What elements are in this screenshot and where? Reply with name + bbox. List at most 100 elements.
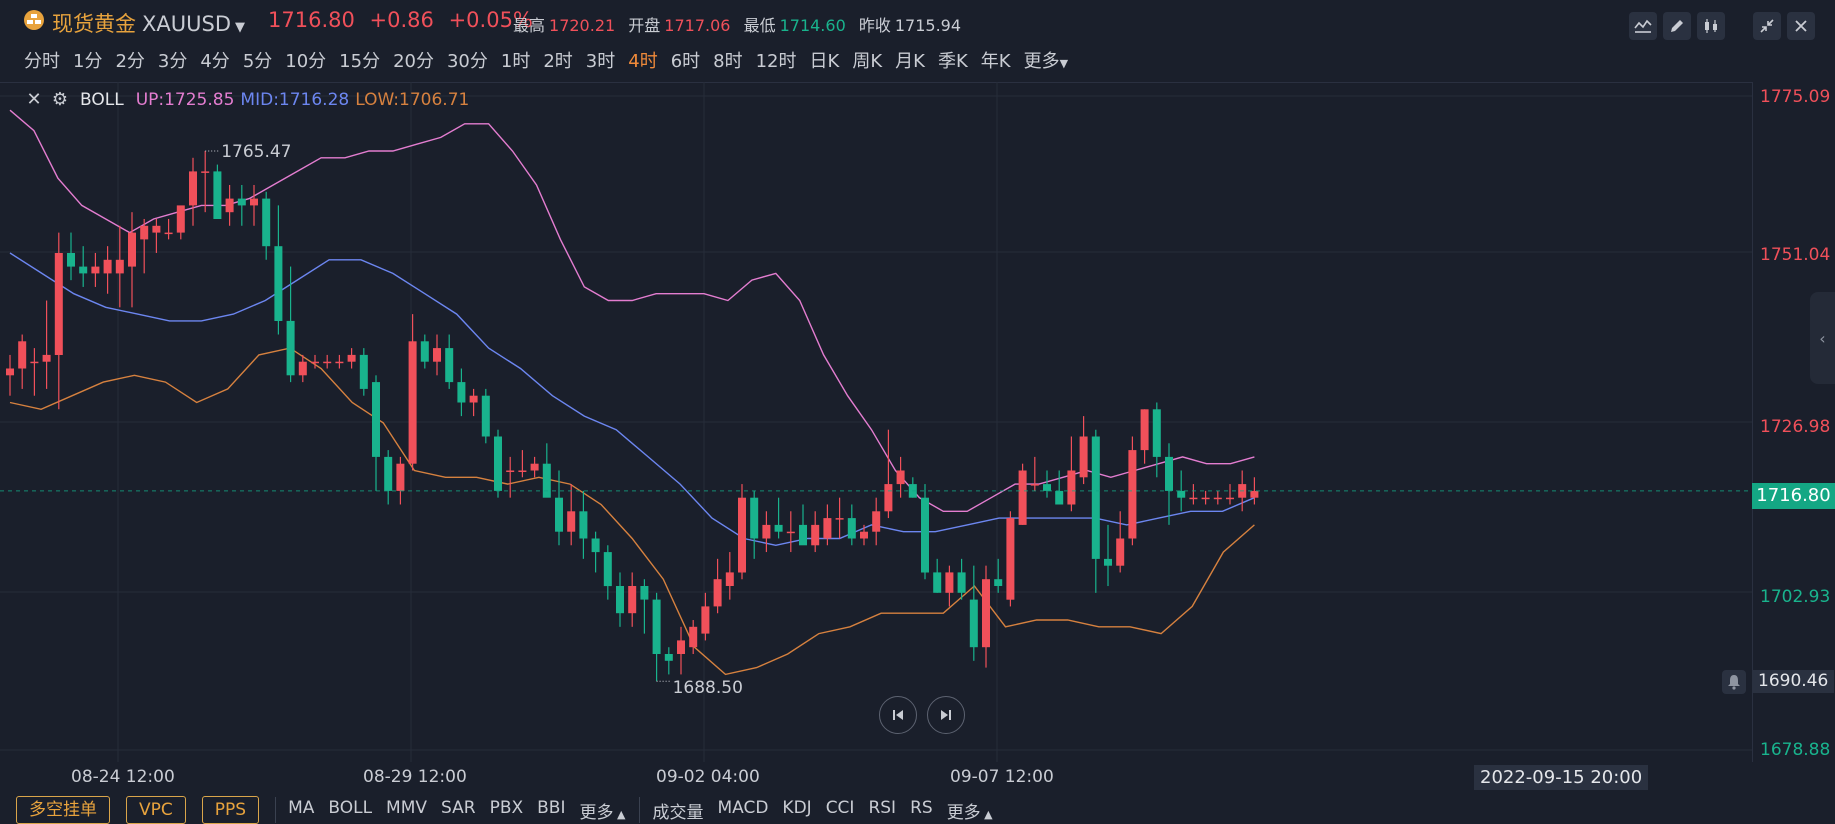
candle-body — [994, 579, 1003, 586]
main-indicator-item[interactable]: BBI — [537, 798, 565, 823]
main-indicator-item[interactable]: MMV — [386, 798, 427, 823]
candle-body — [445, 348, 454, 383]
candle-body — [1250, 490, 1259, 498]
stat-high-label: 最高 — [513, 16, 546, 35]
timeframe-tab[interactable]: 12时 — [756, 47, 804, 73]
timeframe-tab[interactable]: 4分 — [200, 47, 236, 73]
vpc-button[interactable]: VPC — [126, 796, 186, 824]
candle-body — [469, 395, 478, 403]
candle-body — [1226, 497, 1234, 500]
timeframe-tab[interactable]: 分时 — [24, 47, 67, 73]
candle-body — [1018, 470, 1027, 525]
close-button[interactable] — [1787, 12, 1815, 40]
timeframe-tab[interactable]: 30分 — [447, 47, 495, 73]
timeframe-tab[interactable]: 2时 — [543, 47, 579, 73]
candle-body — [372, 382, 380, 457]
main-indicator-item[interactable]: 更多 ▲ — [579, 798, 625, 823]
timeframe-tab[interactable]: 4时 — [628, 47, 664, 73]
timeframe-tab[interactable]: 8时 — [713, 47, 749, 73]
candle-body — [555, 497, 563, 532]
draw-tool-button[interactable] — [1663, 12, 1691, 40]
close-indicator-icon[interactable]: ✕ — [24, 89, 44, 110]
candle-body — [567, 511, 576, 532]
candle-body — [359, 354, 368, 389]
candle-body — [384, 456, 393, 491]
collapse-button[interactable] — [1753, 12, 1781, 40]
candlestick-chart[interactable]: 1765.47 1688.50 — [0, 82, 1752, 762]
candle-body — [713, 579, 722, 607]
sub-indicator-item[interactable]: KDJ — [782, 798, 811, 823]
jump-start-button[interactable] — [879, 696, 917, 734]
timeframe-tab[interactable]: 月K — [895, 47, 932, 73]
timeframe-tab[interactable]: 15分 — [339, 47, 387, 73]
chevron-left-icon: ‹ — [1819, 328, 1826, 348]
timeframe-tab[interactable]: 3分 — [158, 47, 194, 73]
timeframe-tab[interactable]: 20分 — [393, 47, 441, 73]
sub-indicator-item[interactable]: RSI — [868, 798, 896, 823]
candle-body — [1177, 490, 1186, 498]
side-panel-toggle[interactable]: ‹ — [1810, 292, 1835, 384]
main-indicator-item[interactable]: BOLL — [328, 798, 372, 823]
price-alert-button[interactable] — [1722, 670, 1746, 694]
candle-body — [311, 361, 319, 364]
sub-indicator-item[interactable]: CCI — [826, 798, 855, 823]
candle-body — [457, 382, 466, 403]
sub-indicator-item[interactable]: MACD — [717, 798, 768, 823]
stat-low-value: 1714.60 — [779, 16, 846, 35]
timeframe-tab[interactable]: 年K — [981, 47, 1018, 73]
low-annotation: 1688.50 — [673, 678, 743, 698]
x-crosshair-label: 2022-09-15 20:00 — [1474, 765, 1649, 790]
indicator-line-button[interactable] — [1629, 12, 1657, 40]
y-label-hover: 1690.46 — [1752, 670, 1835, 693]
candle-body — [164, 232, 173, 235]
timeframe-tab[interactable]: 10分 — [285, 47, 333, 73]
sub-indicator-item[interactable]: 更多 ▲ — [947, 798, 993, 823]
line-chart-icon — [1634, 19, 1652, 33]
candle-body — [982, 579, 990, 648]
main-indicator-item[interactable]: SAR — [441, 798, 476, 823]
main-indicator-item[interactable]: PBX — [490, 798, 524, 823]
candle-body — [286, 320, 295, 376]
symbol-selector[interactable]: 现货黄金 XAUUSD ▼ — [52, 8, 245, 38]
candle-body — [701, 606, 710, 634]
candle-body — [152, 225, 161, 233]
sub-indicator-list: 成交量 MACD KDJ CCI RSI RS 更多 ▲ — [652, 798, 1006, 823]
timeframe-tab[interactable]: 日K — [810, 47, 847, 73]
sub-indicator-item[interactable]: RS — [910, 798, 933, 823]
timeframe-tab[interactable]: 更多▼ — [1024, 47, 1075, 73]
chart-type-button[interactable] — [1697, 12, 1725, 40]
timeframe-tab[interactable]: 季K — [938, 47, 975, 73]
main-indicator-list: MA BOLL MMV SAR PBX BBI 更多 ▲ — [288, 798, 639, 823]
long-short-orders-button[interactable]: 多空挂单 — [16, 796, 110, 824]
timeframe-tab[interactable]: 周K — [852, 47, 889, 73]
candle-body — [1213, 497, 1222, 500]
instrument-name: 现货黄金 — [52, 12, 136, 36]
candle-body — [225, 198, 234, 213]
timeframe-tab[interactable]: 5分 — [243, 47, 279, 73]
caret-up-icon: ▲ — [613, 807, 626, 821]
instrument-symbol: XAUUSD — [142, 12, 231, 36]
candle-body — [677, 640, 685, 654]
timeframe-tab[interactable]: 2分 — [115, 47, 151, 73]
candle-body — [969, 599, 978, 648]
candle-body — [115, 259, 124, 274]
candle-body — [506, 470, 515, 472]
timeframe-tab[interactable]: 1时 — [501, 47, 537, 73]
candle-body — [603, 552, 612, 587]
candle-body — [335, 361, 344, 364]
candle-body — [823, 518, 832, 539]
candle-body — [518, 470, 527, 472]
timeframe-tab[interactable]: 6时 — [671, 47, 707, 73]
timeframe-tab[interactable]: 3时 — [586, 47, 622, 73]
candle-body — [274, 246, 283, 321]
candle-body — [945, 572, 954, 593]
settings-icon[interactable]: ⚙ — [50, 89, 70, 110]
price-summary: 1716.80 +0.86 +0.05% — [268, 8, 541, 32]
main-indicator-item[interactable]: MA — [288, 798, 314, 823]
timeframe-tab[interactable]: 1分 — [73, 47, 109, 73]
jump-end-button[interactable] — [927, 696, 965, 734]
candle-body — [103, 259, 112, 274]
pps-button[interactable]: PPS — [201, 796, 260, 824]
sub-indicator-item[interactable]: 成交量 — [652, 798, 703, 823]
candle-body — [1055, 490, 1064, 505]
